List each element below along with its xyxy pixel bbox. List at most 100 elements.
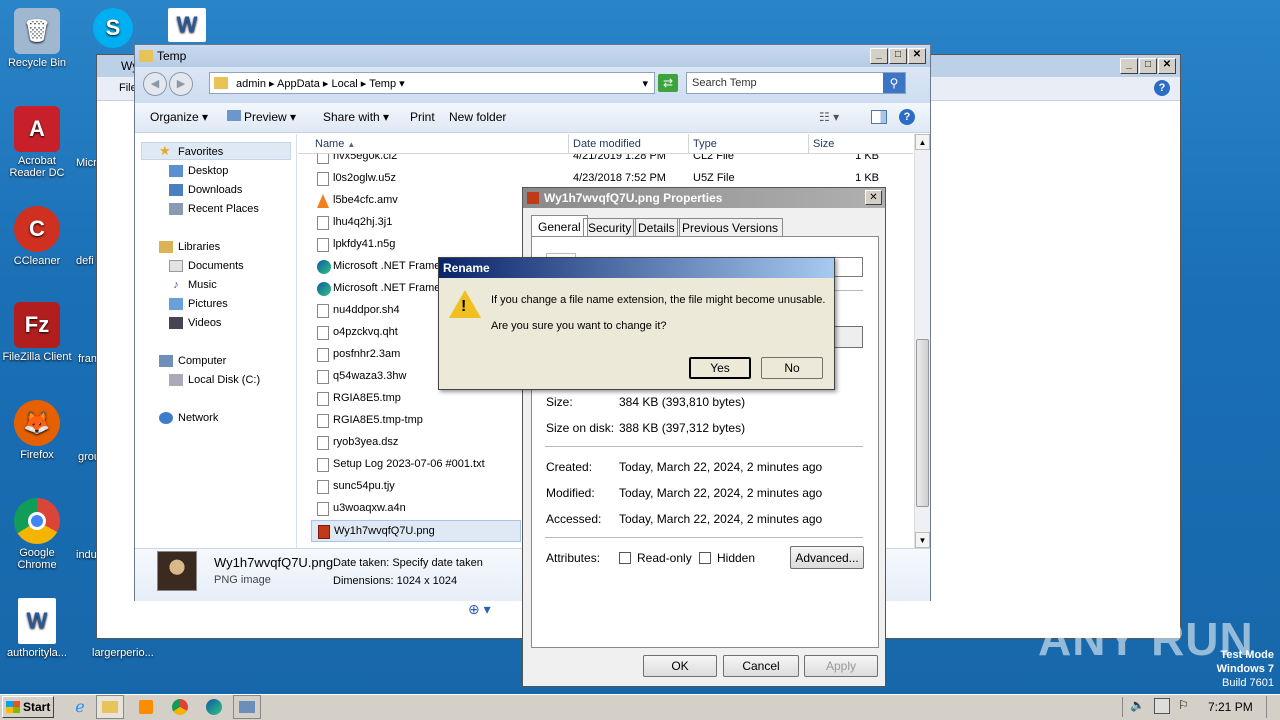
tab-details[interactable]: Details bbox=[633, 218, 680, 237]
nav-videos[interactable]: Videos bbox=[188, 317, 221, 329]
zoom-icon[interactable]: ⊕ ▾ bbox=[468, 601, 491, 618]
address-bar[interactable]: admin ▸ AppData ▸ Local ▸ Temp ▾ ▾ bbox=[209, 72, 655, 94]
breadcrumb-admin[interactable]: admin bbox=[236, 78, 266, 90]
nav-pictures[interactable]: Pictures bbox=[188, 298, 228, 310]
nav-recent-places[interactable]: Recent Places bbox=[188, 203, 259, 215]
hidden-checkbox[interactable] bbox=[699, 552, 711, 564]
desktop-icon-recycle-bin[interactable]: 🗑 Recycle Bin bbox=[0, 8, 74, 69]
details-date-taken[interactable]: Date taken: Specify date taken bbox=[333, 557, 483, 569]
explorer-taskbar-icon[interactable] bbox=[96, 695, 124, 719]
ie-icon[interactable]: ℯ bbox=[66, 695, 94, 719]
file-name: Setup Log 2023-07-06 #001.txt bbox=[333, 458, 485, 470]
properties-titlebar[interactable]: Wy1h7wvqfQ7U.png Properties bbox=[523, 188, 885, 208]
column-name[interactable]: Name ▲ bbox=[311, 134, 569, 154]
close-button[interactable]: ✕ bbox=[865, 190, 882, 205]
scroll-thumb[interactable] bbox=[916, 339, 929, 507]
share-with-button[interactable]: Share with ▾ bbox=[323, 110, 389, 124]
preview-pane-icon[interactable] bbox=[871, 110, 887, 124]
volume-icon[interactable]: 🔈 bbox=[1130, 698, 1146, 714]
tab-general[interactable]: General bbox=[531, 215, 588, 237]
nav-network[interactable]: Network bbox=[178, 412, 218, 424]
desktop-icon-word[interactable]: W bbox=[150, 8, 224, 45]
action-center-flag-icon[interactable]: ⚐ bbox=[1178, 698, 1194, 714]
details-filename: Wy1h7wvqfQ7U.png bbox=[214, 555, 334, 570]
back-button[interactable]: ◀ bbox=[143, 72, 167, 96]
show-desktop-button[interactable] bbox=[1266, 696, 1278, 718]
scroll-down-button[interactable]: ▼ bbox=[915, 532, 930, 548]
firefox-icon: 🦊 bbox=[14, 400, 60, 446]
refresh-button[interactable]: ⇄ bbox=[658, 74, 678, 92]
rename-titlebar[interactable]: Rename bbox=[439, 258, 834, 278]
desktop-icon-firefox[interactable]: 🦊 Firefox bbox=[0, 400, 74, 461]
nav-favorites[interactable]: Favorites bbox=[178, 146, 223, 158]
no-button[interactable]: No bbox=[761, 357, 823, 379]
vertical-scrollbar[interactable]: ▲ ▼ bbox=[914, 134, 930, 548]
media-player-icon[interactable] bbox=[132, 695, 160, 719]
column-size[interactable]: Size bbox=[809, 134, 909, 154]
view-options-icon[interactable]: ☷ ▾ bbox=[819, 110, 839, 124]
window-title: Temp bbox=[157, 49, 187, 63]
desktop-icon-filezilla[interactable]: Fz FileZilla Client bbox=[0, 302, 74, 363]
navigation-pane bbox=[135, 134, 297, 548]
desktop-icon-chrome[interactable]: Google Chrome bbox=[0, 498, 74, 571]
preview-button[interactable]: Preview ▾ bbox=[227, 110, 296, 124]
close-button[interactable]: ✕ bbox=[908, 48, 926, 64]
readonly-checkbox[interactable] bbox=[619, 552, 631, 564]
organize-button[interactable]: Organize ▾ bbox=[150, 110, 208, 124]
readonly-label[interactable]: Read-only bbox=[637, 551, 692, 565]
nav-downloads[interactable]: Downloads bbox=[188, 184, 242, 196]
hidden-label[interactable]: Hidden bbox=[717, 551, 755, 565]
tab-previous-versions[interactable]: Previous Versions bbox=[677, 218, 784, 237]
explorer-titlebar[interactable]: Temp bbox=[135, 45, 930, 67]
column-type[interactable]: Type bbox=[689, 134, 809, 154]
breadcrumb-temp[interactable]: Temp bbox=[369, 78, 396, 90]
nav-documents[interactable]: Documents bbox=[188, 260, 244, 272]
column-date-modified[interactable]: Date modified bbox=[569, 134, 689, 154]
file-row[interactable]: hvx5eg0k.cl2 4/21/2019 1:28 PM CL2 File 1 K… bbox=[311, 154, 911, 168]
maximize-button[interactable]: □ bbox=[1139, 58, 1157, 74]
file-name: Microsoft .NET Frame bbox=[333, 260, 441, 272]
edge-icon[interactable] bbox=[200, 695, 228, 719]
rename-dialog[interactable]: Rename ! If you change a file name exten… bbox=[438, 257, 835, 390]
file-row[interactable]: Wy1h7wvqfQ7U.png bbox=[311, 520, 521, 542]
nav-libraries[interactable]: Libraries bbox=[178, 241, 220, 253]
nav-music[interactable]: Music bbox=[188, 279, 217, 291]
music-icon: ♪ bbox=[173, 279, 179, 291]
cancel-button[interactable]: Cancel bbox=[723, 655, 799, 677]
tab-security[interactable]: Security bbox=[583, 218, 637, 237]
start-button[interactable]: Start bbox=[2, 696, 54, 718]
scroll-up-button[interactable]: ▲ bbox=[915, 134, 930, 150]
yes-button[interactable]: Yes bbox=[689, 357, 751, 379]
skype-icon: S bbox=[93, 8, 133, 48]
close-button[interactable]: ✕ bbox=[1158, 58, 1176, 74]
nav-desktop[interactable]: Desktop bbox=[188, 165, 228, 177]
clock[interactable]: 7:21 PM bbox=[1208, 700, 1253, 714]
network-tray-icon[interactable] bbox=[1154, 698, 1170, 714]
print-button[interactable]: Print bbox=[410, 110, 435, 124]
file-name: q54waza3.3hw bbox=[333, 370, 407, 382]
breadcrumb-appdata[interactable]: AppData bbox=[277, 78, 320, 90]
apply-button[interactable]: Apply bbox=[804, 655, 878, 677]
help-icon[interactable]: ? bbox=[899, 109, 915, 125]
new-folder-button[interactable]: New folder bbox=[449, 110, 506, 124]
search-input[interactable]: Search Temp ⚲ bbox=[686, 72, 906, 94]
ok-button[interactable]: OK bbox=[643, 655, 717, 677]
properties-taskbar-icon[interactable] bbox=[233, 695, 261, 719]
search-icon[interactable]: ⚲ bbox=[883, 73, 905, 93]
chrome-taskbar-icon[interactable] bbox=[166, 695, 194, 719]
minimize-button[interactable]: _ bbox=[1120, 58, 1138, 74]
file-icon bbox=[317, 154, 329, 164]
help-icon[interactable]: ? bbox=[1154, 80, 1170, 96]
forward-button[interactable]: ▶ bbox=[169, 72, 193, 96]
desktop-icon-authorityla[interactable]: W authorityla... bbox=[0, 598, 74, 659]
desktop-icon-ccleaner[interactable]: C CCleaner bbox=[0, 206, 74, 267]
breadcrumb-local[interactable]: Local bbox=[331, 78, 357, 90]
advanced-button[interactable]: Advanced... bbox=[790, 546, 864, 569]
chevron-down-icon[interactable]: ▾ bbox=[642, 77, 648, 90]
nav-local-disk[interactable]: Local Disk (C:) bbox=[188, 374, 260, 386]
minimize-button[interactable]: _ bbox=[870, 48, 888, 64]
desktop-icon-acrobat[interactable]: A Acrobat Reader DC bbox=[0, 106, 74, 179]
accessed-value: Today, March 22, 2024, 2 minutes ago bbox=[619, 512, 823, 526]
maximize-button[interactable]: □ bbox=[889, 48, 907, 64]
nav-computer[interactable]: Computer bbox=[178, 355, 226, 367]
